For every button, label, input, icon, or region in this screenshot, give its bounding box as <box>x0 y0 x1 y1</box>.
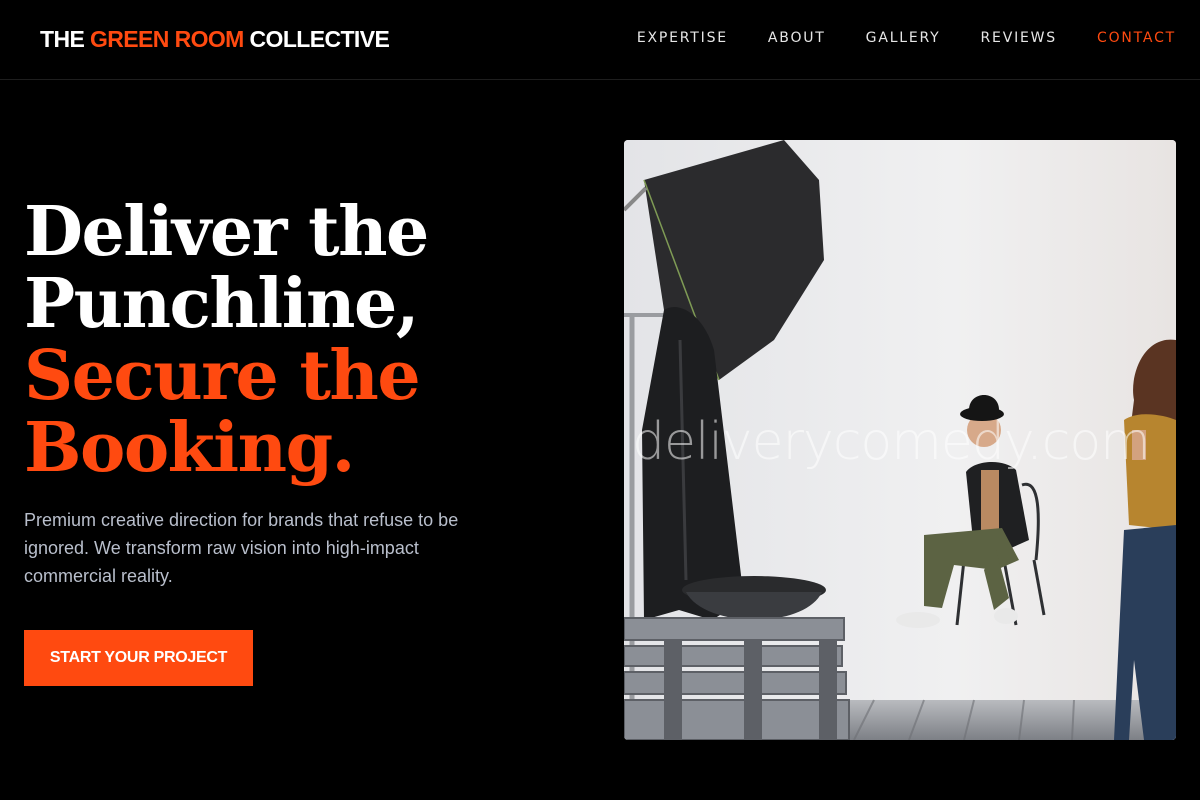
headline-line-4: Booking. <box>24 408 355 488</box>
headline-line-2: Punchline, <box>24 264 419 344</box>
main-nav: EXPERTISE ABOUT GALLERY REVIEWS CONTACT <box>637 30 1176 46</box>
nav-about[interactable]: ABOUT <box>768 30 826 46</box>
brand-prefix: THE <box>40 26 85 52</box>
photo-watermark: deliverycomedy.com <box>632 412 1151 472</box>
brand-suffix: COLLECTIVE <box>249 26 390 52</box>
brand-accent: GREEN ROOM <box>90 26 244 52</box>
nav-gallery[interactable]: GALLERY <box>866 30 941 46</box>
brand-logo[interactable]: THE GREEN ROOM COLLECTIVE <box>40 26 390 53</box>
start-project-button[interactable]: START YOUR PROJECT <box>24 630 253 686</box>
hero-headline: Deliver the Punchline, Secure the Bookin… <box>24 196 584 484</box>
hero-photo: deliverycomedy.com <box>624 140 1176 740</box>
nav-expertise[interactable]: EXPERTISE <box>637 30 728 46</box>
nav-contact[interactable]: CONTACT <box>1097 30 1176 46</box>
headline-line-3: Secure the <box>24 336 421 416</box>
site-header: THE GREEN ROOM COLLECTIVE EXPERTISE ABOU… <box>0 0 1200 80</box>
nav-reviews[interactable]: REVIEWS <box>981 30 1057 46</box>
headline-line-1: Deliver the <box>24 192 429 272</box>
hero-description: Premium creative direction for brands th… <box>24 510 459 586</box>
